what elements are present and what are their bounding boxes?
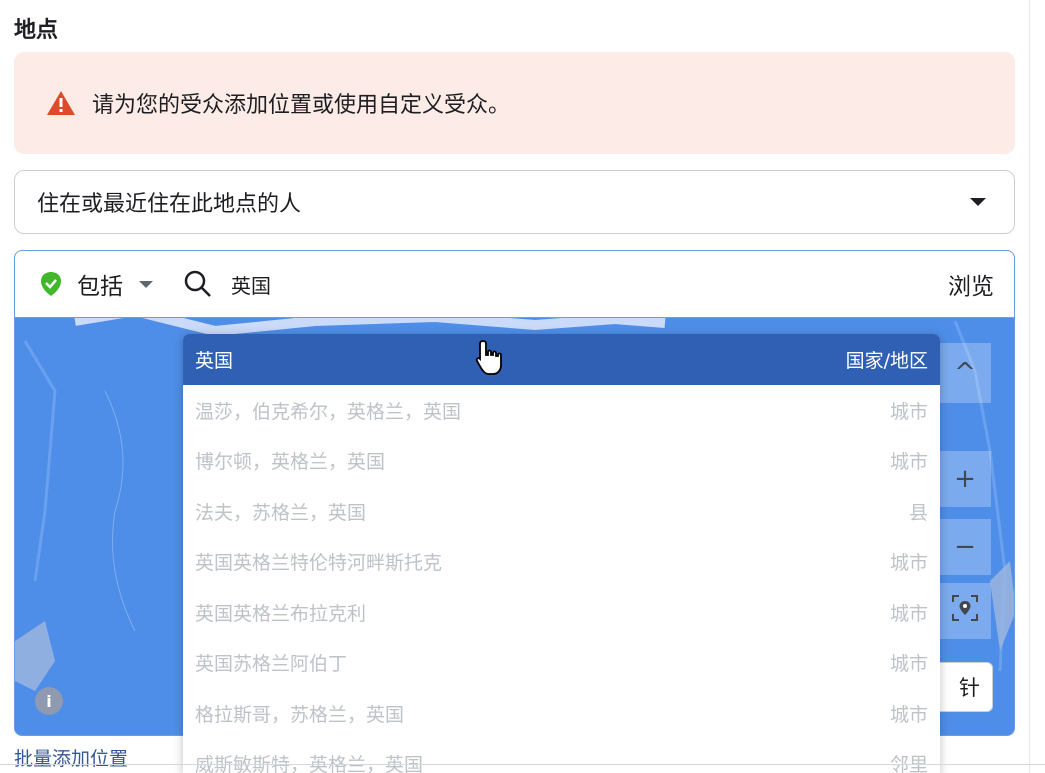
map-collapse-button[interactable]: ^ [939, 343, 991, 403]
plus-icon: + [954, 464, 976, 494]
include-dropdown-label[interactable]: 包括 [77, 267, 123, 301]
suggestion-name: 格拉斯哥，苏格兰，英国 [195, 703, 405, 726]
suggestion-row[interactable]: 英国英格兰布拉克利 城市 [183, 587, 940, 638]
hand-cursor-icon [475, 340, 502, 375]
location-warning-banner: 请为您的受众添加位置或使用自定义受众。 [14, 52, 1015, 154]
warning-text: 请为您的受众添加位置或使用自定义受众。 [92, 93, 511, 118]
warning-triangle-icon [46, 89, 76, 117]
scrollbar-track [1029, 0, 1030, 773]
location-type-select[interactable]: 住在或最近住在此地点的人 [14, 170, 1015, 234]
suggestion-row[interactable]: 格拉斯哥，苏格兰，英国 城市 [183, 688, 940, 739]
suggestion-row[interactable]: 英国英格兰特伦特河畔斯托克 城市 [183, 537, 940, 588]
zoom-out-button[interactable]: − [939, 519, 991, 575]
suggestion-type: 城市 [889, 400, 928, 423]
suggestion-name: 英国苏格兰阿伯丁 [195, 653, 348, 676]
suggestion-name: 威斯敏斯特，英格兰，英国 [195, 754, 424, 773]
suggestion-type: 城市 [889, 552, 928, 575]
caret-down-icon [970, 198, 986, 206]
search-icon [183, 269, 213, 299]
zoom-in-button[interactable]: + [939, 451, 991, 507]
drop-pin-label: 针 [959, 676, 980, 700]
suggestion-row[interactable]: 英国 国家/地区 [183, 334, 940, 385]
suggestion-name: 温莎，伯克希尔，英格兰，英国 [195, 400, 462, 423]
drop-pin-button[interactable]: 针 [933, 662, 993, 712]
suggestion-name: 博尔顿，英格兰，英国 [195, 451, 386, 474]
map-info-icon[interactable]: i [35, 687, 63, 715]
suggestion-row[interactable]: 威斯敏斯特，英格兰，英国 邻里 [183, 739, 940, 773]
location-search-input[interactable] [231, 272, 948, 296]
suggestion-type: 城市 [889, 602, 928, 625]
chevron-up-icon: ^ [954, 358, 976, 388]
suggestion-row[interactable]: 温莎，伯克希尔，英格兰，英国 城市 [183, 385, 940, 436]
include-caret-down-icon[interactable] [139, 280, 153, 288]
section-title: 地点 [14, 18, 59, 43]
suggestion-type: 国家/地区 [845, 350, 928, 372]
suggestion-type: 城市 [889, 703, 928, 726]
suggestion-row[interactable]: 法夫，苏格兰，英国 县 [183, 486, 940, 537]
suggestion-row[interactable]: 英国苏格兰阿伯丁 城市 [183, 638, 940, 689]
location-suggestions-dropdown: 英国 国家/地区 温莎，伯克希尔，英格兰，英国 城市 博尔顿，英格兰，英国 城市 法夫，苏格… [183, 334, 940, 773]
suggestion-name: 英国英格兰特伦特河畔斯托克 [195, 552, 443, 575]
location-pin-icon [950, 593, 980, 630]
suggestion-name: 英国英格兰布拉克利 [195, 602, 367, 625]
location-type-value: 住在或最近住在此地点的人 [37, 192, 302, 217]
browse-button[interactable]: 浏览 [948, 267, 994, 301]
bulk-add-locations-link[interactable]: 批量添加位置 [14, 744, 128, 771]
suggestion-row[interactable]: 博尔顿，英格兰，英国 城市 [183, 436, 940, 487]
locate-button[interactable] [939, 583, 991, 639]
suggestion-type: 城市 [889, 451, 928, 474]
minus-icon: − [954, 532, 976, 562]
bottom-divider [0, 764, 1045, 765]
suggestion-name: 法夫，苏格兰，英国 [195, 501, 367, 524]
suggestion-type: 邻里 [889, 754, 928, 773]
suggestion-name: 英国 [195, 350, 234, 372]
location-search-bar: 包括 浏览 [15, 251, 1014, 318]
suggestion-type: 城市 [889, 653, 928, 676]
include-shield-icon [39, 271, 63, 297]
suggestion-type: 县 [908, 501, 928, 524]
